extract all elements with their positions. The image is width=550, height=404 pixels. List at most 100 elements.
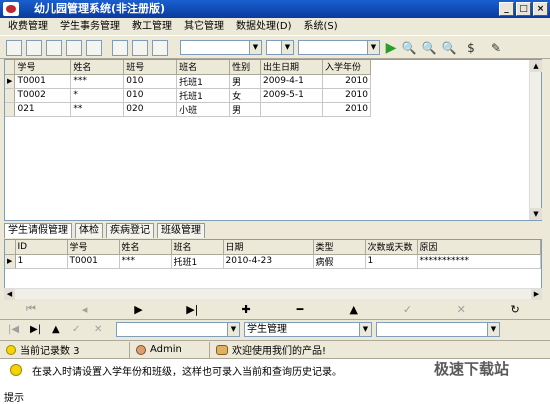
chart-icon[interactable]	[66, 40, 82, 56]
column-header[interactable]: 姓名	[119, 240, 172, 255]
menu-data[interactable]: 数据处理(D)	[230, 18, 298, 35]
zoom-icon[interactable]: 🔍	[441, 40, 457, 56]
site-watermark: 极速下载站	[434, 360, 510, 378]
menu-bar: 收费管理 学生事务管理 教工管理 其它管理 数据处理(D) 系统(S)	[0, 18, 550, 35]
filter-icon[interactable]	[132, 40, 148, 56]
tip-label: 提示	[4, 393, 24, 404]
user-icon	[136, 344, 146, 355]
first-record-icon[interactable]: |◀	[8, 324, 19, 335]
detail-tabs: 学生请假管理 体检 疾病登记 班级管理	[4, 223, 205, 238]
column-header[interactable]: 类型	[313, 240, 366, 255]
column-header[interactable]: ID	[15, 240, 68, 255]
column-header[interactable]: 学号	[67, 240, 120, 255]
tab-class[interactable]: 班级管理	[157, 223, 205, 238]
window-icon[interactable]	[86, 40, 102, 56]
chevron-down-icon: ▼	[249, 41, 261, 54]
edit-record-icon[interactable]: ▲	[340, 303, 368, 316]
table-row[interactable]: T0002 * 010 托班1 女 2009-5-1 2010	[5, 88, 372, 103]
column-header[interactable]: 班号	[123, 60, 178, 75]
first-record-icon[interactable]: ⏮	[17, 302, 45, 316]
column-header[interactable]: 姓名	[70, 60, 125, 75]
column-header[interactable]: 日期	[223, 240, 314, 255]
table-row[interactable]: ▶ T0001 *** 010 托班1 男 2009-4-1 2010	[5, 74, 372, 89]
operator-select[interactable]: ▼	[266, 40, 294, 55]
tab-illness[interactable]: 疾病登记	[106, 223, 154, 238]
filter-select[interactable]: ▼	[116, 322, 240, 337]
users-icon	[216, 344, 228, 355]
menu-other[interactable]: 其它管理	[178, 18, 230, 35]
cancel-record-icon[interactable]: ✕	[447, 303, 475, 316]
table-icon[interactable]	[6, 40, 22, 56]
column-header[interactable]: 性别	[229, 60, 262, 75]
tab-health-check[interactable]: 体检	[75, 223, 103, 238]
current-row-icon: ▶	[5, 74, 16, 89]
horizontal-scrollbar[interactable]: ◀ ▶	[4, 288, 542, 300]
column-header[interactable]: 原因	[417, 240, 541, 255]
scroll-right-icon[interactable]: ▶	[531, 289, 542, 300]
chevron-down-icon: ▼	[227, 323, 239, 336]
menu-student-affairs[interactable]: 学生事务管理	[54, 18, 126, 35]
current-row-icon: ▶	[5, 254, 16, 269]
next-record-icon[interactable]: ▶	[124, 303, 152, 316]
window-title: 幼儿园管理系统(非注册版)	[34, 2, 166, 15]
scroll-left-icon[interactable]: ◀	[4, 289, 15, 300]
detail-navigator: ⏮ ◂ ▶ ▶| ✚ ━ ▲ ✓ ✕ ↻	[4, 300, 542, 318]
scroll-down-icon[interactable]: ▼	[530, 208, 542, 220]
table-header-row: ID 学号 姓名 班名 日期 类型 次数或天数 原因	[5, 240, 541, 255]
column-header[interactable]: 班名	[171, 240, 224, 255]
insert-record-icon[interactable]: ▲	[52, 324, 60, 335]
tab-leave[interactable]: 学生请假管理	[4, 223, 72, 238]
list-icon[interactable]	[46, 40, 62, 56]
value-select[interactable]: ▼	[298, 40, 380, 55]
chevron-down-icon: ▼	[359, 323, 371, 336]
status-welcome: 欢迎使用我们的产品!	[210, 342, 326, 358]
find-icon[interactable]: 🔍	[401, 40, 417, 56]
lightbulb-icon	[10, 364, 22, 376]
clear-filter-icon[interactable]: $	[463, 40, 479, 56]
menu-system[interactable]: 系统(S)	[298, 18, 344, 35]
status-bar: 当前记录数 3 Admin 欢迎使用我们的产品!	[0, 340, 550, 358]
export-icon[interactable]	[112, 40, 128, 56]
add-record-icon[interactable]: ✚	[232, 303, 260, 316]
find-next-icon[interactable]: 🔍	[421, 40, 437, 56]
column-header[interactable]: 班名	[176, 60, 231, 75]
minimize-button[interactable]: _	[499, 2, 514, 16]
maximize-button[interactable]: □	[516, 2, 531, 16]
post-record-icon[interactable]: ✓	[393, 303, 421, 316]
menu-fees[interactable]: 收费管理	[2, 18, 54, 35]
run-query-icon[interactable]: ▶	[383, 40, 399, 56]
option-select[interactable]: ▼	[376, 322, 500, 337]
table-row[interactable]: ▶ 1 T0001 *** 托班1 2010-4-23 病假 1 *******…	[5, 254, 541, 269]
module-select[interactable]: 学生管理 ▼	[244, 322, 372, 337]
lightbulb-icon	[6, 344, 16, 355]
refresh-icon[interactable]: ↻	[501, 303, 529, 316]
status-record-count: 当前记录数 3	[0, 341, 130, 358]
toolbar: ▼ ▼ ▼ ▶ 🔍 🔍 🔍 $ ✎	[0, 35, 550, 59]
last-record-icon[interactable]: ▶|	[178, 303, 206, 316]
cancel-record-icon[interactable]: ✕	[94, 324, 102, 335]
tip-text: 在录入时请设置入学年份和班级，这样也可录入当前和查询历史记录。	[32, 367, 342, 378]
close-button[interactable]: ×	[533, 2, 548, 16]
vertical-scrollbar[interactable]: ▲ ▼	[529, 60, 542, 220]
column-header[interactable]: 入学年份	[322, 60, 372, 75]
last-record-icon[interactable]: ▶|	[30, 324, 41, 335]
edit-pencil-icon[interactable]: ✎	[488, 40, 504, 56]
app-window: 幼儿园管理系统(非注册版) _ □ × 收费管理 学生事务管理 教工管理 其它管…	[0, 0, 550, 404]
table-row[interactable]: 021 ** 020 小班 男 2010	[5, 102, 372, 117]
prior-record-icon[interactable]: ◂	[71, 303, 99, 316]
query-icon[interactable]	[152, 40, 168, 56]
status-user: Admin	[130, 341, 210, 358]
student-table[interactable]: 学号 姓名 班号 班名 性别 出生日期 入学年份 ▶ T0001 *** 010…	[4, 59, 542, 221]
form-icon[interactable]	[26, 40, 42, 56]
field-select[interactable]: ▼	[180, 40, 262, 55]
scroll-up-icon[interactable]: ▲	[530, 60, 542, 72]
chevron-down-icon: ▼	[367, 41, 379, 54]
app-logo-icon	[3, 2, 19, 16]
menu-staff[interactable]: 教工管理	[126, 18, 178, 35]
column-header[interactable]: 次数或天数	[365, 240, 418, 255]
column-header[interactable]: 出生日期	[260, 60, 323, 75]
post-record-icon[interactable]: ✓	[72, 324, 80, 335]
title-bar: 幼儿园管理系统(非注册版) _ □ ×	[0, 0, 550, 18]
delete-record-icon[interactable]: ━	[286, 303, 314, 316]
column-header[interactable]: 学号	[14, 60, 72, 75]
